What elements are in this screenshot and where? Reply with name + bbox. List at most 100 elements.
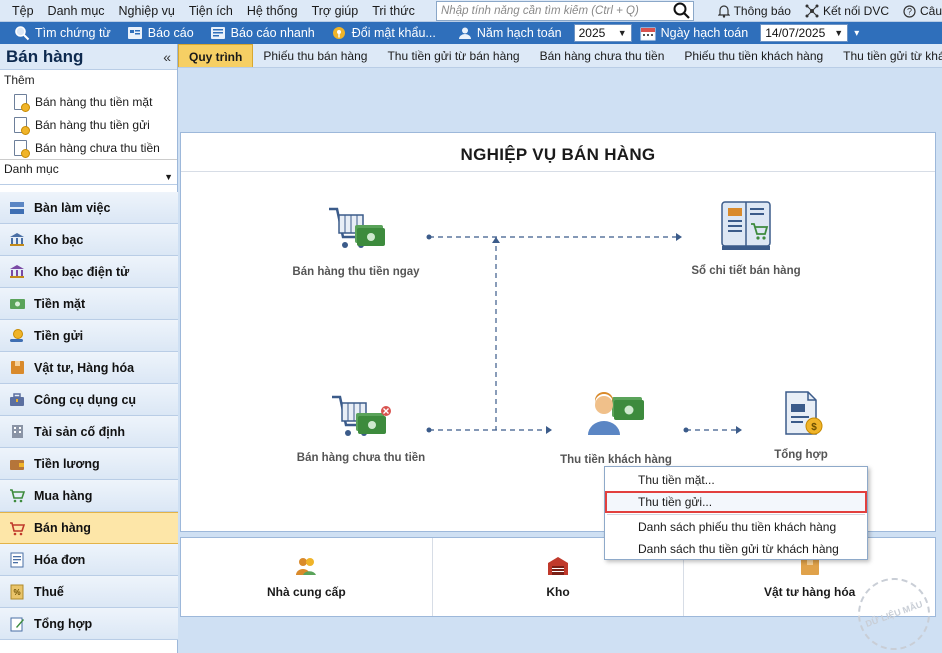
nav-item-label: Tiền mặt [34,296,86,311]
fiscal-year-select[interactable]: 2025 ▼ [573,24,632,42]
person-icon [458,27,471,39]
notifications-button[interactable]: Thông báo [717,4,791,18]
cart-cash-icon [329,207,385,248]
fiscal-year-label: Năm hạch toán [476,26,562,40]
nav-item-e-treasury[interactable]: Kho bạc điện tử [0,256,178,288]
nav-item-payroll[interactable]: Tiền lương [0,448,178,480]
fiscal-year-value: 2025 [578,26,606,40]
add-link-deposit-sale[interactable]: Bán hàng thu tiền gửi [0,113,177,136]
watermark-text: DỮ LIỆU MẪU [864,599,924,629]
suppliers-icon [296,558,317,575]
find-voucher-label: Tìm chứng từ [35,26,111,40]
cart-credit-icon [332,395,391,436]
menu-separator [607,514,865,515]
quick-report-button[interactable]: Báo cáo nhanh [202,22,323,44]
menu-knowledge[interactable]: Tri thức [365,0,422,22]
nav-item-invoice[interactable]: Hóa đơn [0,544,178,576]
box-icon [8,359,26,377]
workflow-area: NGHIỆP VỤ BÁN HÀNG Bán hàng thu tiền nga… [178,68,942,653]
posting-date: Ngày hạch toán [636,22,757,44]
tab-workflow[interactable]: Quy trình [178,44,254,67]
menu-item-deposit-list[interactable]: Danh sách thu tiền gửi từ khách hàng [605,538,867,560]
menu-system[interactable]: Hệ thống [240,0,305,22]
add-link-credit-sale[interactable]: Bán hàng chưa thu tiền [0,136,177,159]
toolbar-overflow-icon[interactable]: ▾ [854,28,859,39]
nav-item-treasury[interactable]: Kho bạc [0,224,178,256]
document-icon [14,139,30,158]
node-customer-receipt[interactable]: Thu tiền khách hàng [541,391,691,466]
nav-item-label: Kho bạc điện tử [34,264,130,279]
menu-item-cash-receipt[interactable]: Thu tiền mặt... [605,469,867,491]
feature-search-input[interactable] [437,5,667,17]
find-voucher-button[interactable]: Tìm chứng từ [0,22,119,44]
nav-item-label: Hóa đơn [34,552,86,567]
tab-customer-receipt[interactable]: Phiếu thu tiền khách hàng [674,44,833,67]
posting-date-picker[interactable]: 14/07/2025 ▼ [760,24,849,42]
warehouse-icon [548,557,568,575]
nav-item-label: Tổng hợp [34,616,93,631]
nav-item-purchasing[interactable]: Mua hàng [0,480,178,512]
document-icon [14,116,30,135]
add-link-label: Bán hàng thu tiền mặt [35,94,153,109]
nav-item-deposit[interactable]: Tiền gửi [0,320,178,352]
nav-item-desk[interactable]: Bàn làm việc [0,192,178,224]
menu-category[interactable]: Danh mục [41,0,112,22]
sidebar-title: Bán hàng [6,46,84,66]
node-label: Sổ chi tiết bán hàng [691,265,801,277]
customer-cash-icon [588,392,644,435]
node-credit-sale[interactable]: Bán hàng chưa thu tiền [291,391,431,464]
nav-item-fixed-assets[interactable]: Tài sản cố định [0,416,178,448]
tab-customer-deposit[interactable]: Thu tiền gửi từ khách hàng [833,44,942,67]
nav-item-tax[interactable]: % Thuế [0,576,178,608]
node-sales-ledger[interactable]: Sổ chi tiết bán hàng [671,198,821,277]
nav-item-tools[interactable]: Công cụ dụng cụ [0,384,178,416]
nav-item-cash[interactable]: Tiền mặt [0,288,178,320]
tax-icon: % [8,583,26,601]
calendar-icon [640,27,656,40]
key-icon [332,27,345,39]
category-dropdown[interactable]: Danh mục ▼ [0,159,177,185]
collapse-icon[interactable]: « [163,49,171,65]
node-cash-sale[interactable]: Bán hàng thu tiền ngay [281,203,431,278]
sidebar-header: Bán hàng « [0,44,177,70]
menu-operations[interactable]: Nghiệp vụ [112,0,182,22]
nav-item-sales[interactable]: Bán hàng [0,512,178,544]
node-summary[interactable]: $ Tổng hợp [751,388,851,461]
report-button[interactable]: Báo cáo [119,22,202,44]
menu-item-deposit-receipt[interactable]: Thu tiền gửi... [605,491,867,513]
report-label: Báo cáo [147,26,194,40]
nav-item-summary[interactable]: Tổng hợp [0,608,178,640]
summary-report-icon: $ [785,391,823,435]
svg-text:?: ? [907,6,912,16]
tab-credit-sales[interactable]: Bán hàng chưa thu tiền [530,44,675,67]
help-button[interactable]: ? Câu [903,4,942,18]
tab-sales-deposit[interactable]: Thu tiền gửi từ bán hàng [377,44,529,67]
search-icon[interactable] [673,2,691,20]
connect-dvc-button[interactable]: Kết nối DVC [805,4,889,18]
module-nav: Bàn làm việc Kho bạc Kho bạc điện tử Tiề… [0,192,178,640]
menu-help[interactable]: Trợ giúp [305,0,366,22]
module-tabs: Quy trình Phiếu thu bán hàng Thu tiền gử… [178,44,942,68]
nav-item-inventory[interactable]: Vật tư, Hàng hóa [0,352,178,384]
quick-report-label: Báo cáo nhanh [230,26,315,40]
document-icon [14,93,30,112]
add-link-cash-sale[interactable]: Bán hàng thu tiền mặt [0,90,177,113]
menu-file[interactable]: Tệp [0,0,41,22]
add-link-label: Bán hàng thu tiền gửi [35,117,150,132]
menu-item-receipt-list[interactable]: Danh sách phiếu thu tiền khách hàng [605,516,867,538]
coin-hand-icon [8,327,26,345]
chevron-down-icon: ▼ [617,28,627,38]
menu-utilities[interactable]: Tiện ích [182,0,240,22]
ledger-icon [721,201,771,250]
tab-sales-receipt[interactable]: Phiếu thu bán hàng [253,44,377,67]
posting-date-value: 14/07/2025 [765,26,826,40]
customer-receipt-context-menu: Thu tiền mặt... Thu tiền gửi... Danh sác… [604,466,868,560]
desk-icon [8,199,26,217]
toolbox-icon [8,391,26,409]
change-password-button[interactable]: Đổi mật khẩu... [323,22,444,44]
shortcut-label: Kho [546,585,570,599]
feature-search [436,1,694,21]
change-password-label: Đổi mật khẩu... [351,26,436,40]
shortcut-label: Nhà cung cấp [266,585,346,599]
shortcut-suppliers[interactable]: Nhà cung cấp [181,538,433,616]
